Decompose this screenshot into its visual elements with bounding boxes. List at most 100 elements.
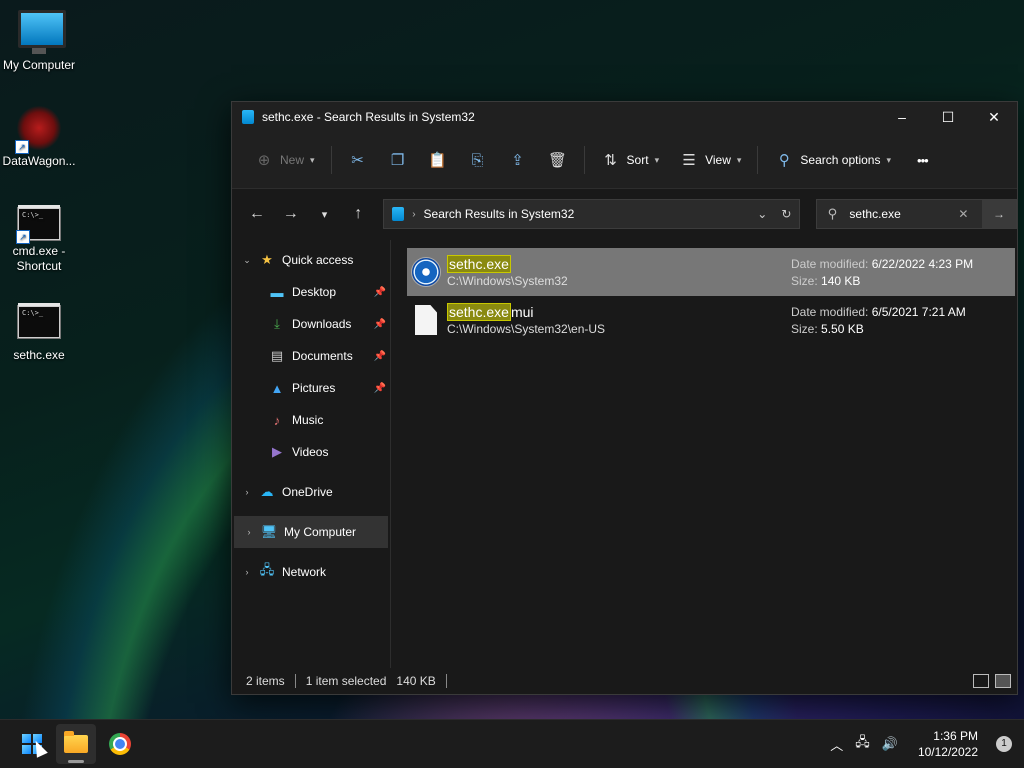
maximize-button[interactable]: ☐ bbox=[925, 102, 971, 132]
close-button[interactable]: ✕ bbox=[971, 102, 1017, 132]
search-icon: ⚲ bbox=[827, 206, 838, 221]
arrow-left-icon: ← bbox=[248, 205, 265, 222]
nav-item-videos[interactable]: ▶ Videos bbox=[232, 436, 390, 468]
refresh-button[interactable]: ↻ bbox=[781, 207, 791, 221]
nav-item-pictures[interactable]: ▲ Pictures 📌 bbox=[232, 372, 390, 404]
address-dropdown-button[interactable]: ⌄ bbox=[757, 207, 767, 221]
minimize-button[interactable]: – bbox=[879, 102, 925, 132]
network-status-button[interactable]: 🖧 bbox=[855, 733, 870, 755]
chevron-right-icon[interactable]: › bbox=[238, 527, 260, 537]
cloud-icon: ☁ bbox=[260, 484, 274, 499]
up-button[interactable]: ↑ bbox=[343, 199, 373, 229]
list-item[interactable]: sethc.exe mui C:\Windows\System32\en-US D… bbox=[407, 296, 1015, 344]
command-bar: ⊕ New ▾ ✂ ❐ 📋 ⎘ ⇪ 🗑 ⇅ Sort ▾ ☰ View ▾ ⚲ … bbox=[232, 132, 1017, 189]
clipboard-icon: 📋 bbox=[428, 152, 447, 169]
nav-item-quick-access[interactable]: ⌄ ★ Quick access bbox=[232, 244, 390, 276]
search-options-button[interactable]: ⚲ Search options ▾ bbox=[764, 144, 901, 176]
desktop-icon-sethc[interactable]: C:\>_ sethc.exe bbox=[1, 303, 77, 362]
file-name: sethc.exe bbox=[447, 255, 568, 273]
pin-icon: 📌 bbox=[373, 318, 386, 330]
volume-button[interactable]: 🔊 bbox=[882, 736, 898, 752]
taskbar: ︿ 🖧 🔊 1:36 PM 10/12/2022 1 bbox=[0, 719, 1024, 768]
toolbar-divider bbox=[330, 146, 332, 174]
search-results-icon bbox=[242, 110, 254, 124]
recent-locations-button[interactable]: ▾ bbox=[310, 199, 340, 229]
clock[interactable]: 1:36 PM 10/12/2022 bbox=[918, 728, 978, 760]
title-bar[interactable]: sethc.exe - Search Results in System32 –… bbox=[232, 102, 1017, 132]
file-metadata: Date modified: 6/22/2022 4:23 PM Size: 1… bbox=[791, 257, 974, 288]
cut-button[interactable]: ✂ bbox=[338, 144, 378, 176]
chevron-down-icon[interactable]: ⌄ bbox=[236, 255, 258, 266]
more-options-button[interactable]: ••• bbox=[907, 144, 938, 176]
sort-button[interactable]: ⇅ Sort ▾ bbox=[591, 144, 670, 176]
new-button[interactable]: ⊕ New ▾ bbox=[244, 144, 325, 176]
chevron-right-icon[interactable]: › bbox=[236, 487, 258, 497]
pictures-icon: ▲ bbox=[270, 380, 284, 396]
pin-icon: 📌 bbox=[373, 350, 386, 362]
file-explorer-window: sethc.exe - Search Results in System32 –… bbox=[231, 101, 1018, 695]
arrow-right-icon: → bbox=[282, 205, 299, 222]
clock-date: 10/12/2022 bbox=[917, 745, 978, 759]
copy-button[interactable]: ❐ bbox=[378, 144, 418, 176]
file-icon bbox=[411, 305, 441, 335]
status-divider bbox=[294, 674, 296, 688]
selection-size: 140 KB bbox=[396, 674, 436, 688]
monitor-icon bbox=[18, 10, 66, 54]
music-icon: ♪ bbox=[273, 412, 281, 428]
speaker-icon: 🔊 bbox=[881, 736, 898, 751]
notification-badge[interactable]: 1 bbox=[996, 736, 1012, 752]
clear-search-button[interactable]: ✕ bbox=[951, 207, 975, 221]
nav-item-my-computer[interactable]: › 🖥 My Computer bbox=[234, 516, 388, 548]
forward-button[interactable]: → bbox=[276, 199, 306, 229]
arrow-right-icon: → bbox=[993, 207, 1006, 221]
taskbar-file-explorer[interactable] bbox=[56, 724, 96, 764]
paste-button[interactable]: 📋 bbox=[418, 144, 458, 176]
tiles-view-button[interactable] bbox=[995, 674, 1011, 688]
search-options-icon: ⚲ bbox=[778, 152, 790, 169]
address-row: ← → ▾ ↑ › Search Results in System32 ⌄ ↻… bbox=[232, 189, 1018, 239]
search-box[interactable]: ⚲ ✕ → bbox=[816, 199, 1018, 229]
file-metadata: Date modified: 6/5/2021 7:21 AM Size: 5.… bbox=[791, 305, 966, 336]
back-button[interactable]: ← bbox=[242, 199, 272, 229]
taskbar-chrome[interactable] bbox=[100, 724, 140, 764]
delete-button[interactable]: 🗑 bbox=[538, 144, 578, 176]
nav-item-desktop[interactable]: ▬ Desktop 📌 bbox=[232, 276, 390, 308]
nav-item-documents[interactable]: ▤ Documents 📌 bbox=[232, 340, 390, 372]
desktop-folder-icon: ▬ bbox=[270, 284, 284, 300]
nav-item-music[interactable]: ♪ Music bbox=[232, 404, 390, 436]
nav-item-network[interactable]: › 🖧 Network bbox=[232, 556, 390, 588]
chevron-down-icon: ▾ bbox=[886, 154, 892, 165]
search-input[interactable] bbox=[847, 206, 952, 222]
list-item[interactable]: sethc.exe C:\Windows\System32 Date modif… bbox=[407, 248, 1015, 296]
chevron-right-icon[interactable]: › bbox=[236, 567, 258, 577]
trash-icon: 🗑 bbox=[548, 152, 568, 169]
toolbar-divider bbox=[757, 146, 759, 174]
desktop-icon-label: sethc.exe bbox=[13, 348, 65, 362]
nav-item-onedrive[interactable]: › ☁ OneDrive bbox=[232, 476, 390, 508]
cmd-icon: C:\>_ bbox=[18, 303, 60, 338]
nav-item-downloads[interactable]: ⤓ Downloads 📌 bbox=[232, 308, 390, 340]
search-results-icon bbox=[392, 207, 405, 221]
status-divider bbox=[445, 674, 447, 688]
datawagon-logo-icon: ↗ bbox=[15, 106, 61, 154]
share-button[interactable]: ⇪ bbox=[498, 144, 538, 176]
breadcrumb[interactable]: Search Results in System32 bbox=[424, 207, 575, 221]
desktop-icon-datawagon[interactable]: ↗ DataWagon... bbox=[1, 106, 77, 168]
rename-button[interactable]: ⎘ bbox=[458, 144, 498, 176]
desktop-icon-label: DataWagon... bbox=[2, 154, 76, 168]
chevron-down-icon: ▾ bbox=[321, 208, 328, 221]
show-hidden-icons-button[interactable]: ︿ bbox=[830, 735, 843, 754]
selection-count: 1 item selected bbox=[305, 674, 387, 688]
search-highlight: sethc.exe bbox=[447, 303, 511, 321]
window-title: sethc.exe - Search Results in System32 bbox=[262, 110, 475, 124]
desktop-icon-cmd-shortcut[interactable]: C:\>_ ↗ cmd.exe - Shortcut bbox=[1, 205, 77, 274]
document-icon: ▤ bbox=[270, 348, 284, 363]
pin-icon: 📌 bbox=[373, 286, 386, 298]
sort-icon: ⇅ bbox=[604, 152, 617, 169]
search-go-button[interactable]: → bbox=[982, 200, 1017, 228]
address-bar[interactable]: › Search Results in System32 ⌄ ↻ bbox=[383, 199, 801, 229]
desktop-icon-label: My Computer bbox=[2, 58, 76, 72]
desktop-icon-my-computer[interactable]: My Computer bbox=[1, 10, 77, 72]
view-button[interactable]: ☰ View ▾ bbox=[669, 144, 751, 176]
details-view-button[interactable] bbox=[973, 674, 989, 688]
